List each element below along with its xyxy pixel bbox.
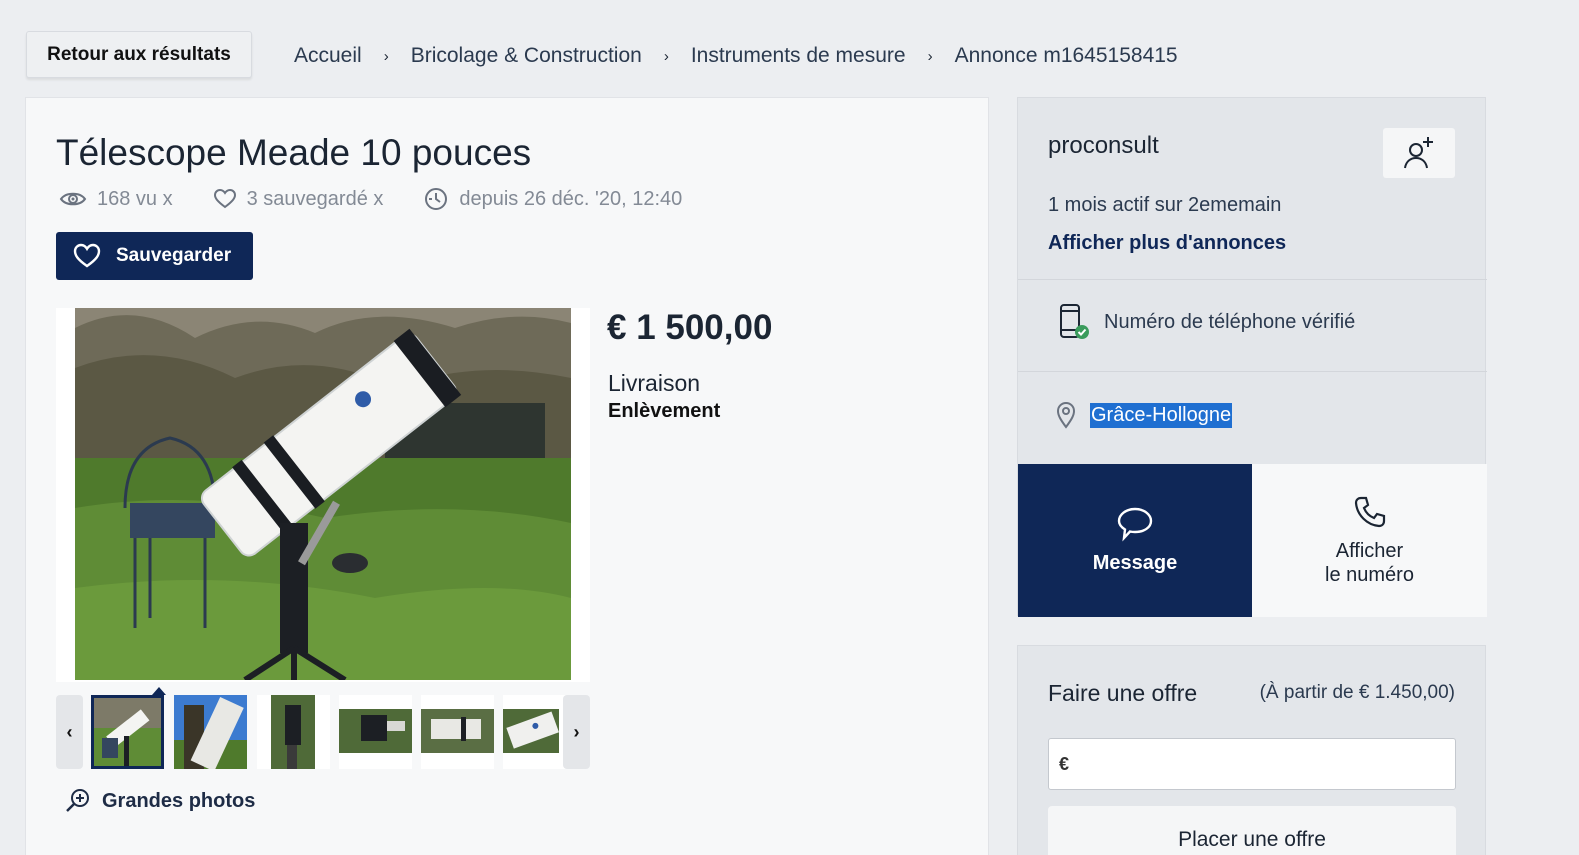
breadcrumb: Accueil › Bricolage & Construction › Ins… [294,42,1178,70]
views-stat: 168 vu x [59,188,173,211]
posted-date: depuis 26 déc. '20, 12:40 [459,187,683,210]
offer-title: Faire une offre [1048,680,1198,706]
eye-icon [59,192,87,206]
listing-price: € 1 500,00 [607,308,773,347]
breadcrumb-home[interactable]: Accueil [294,44,362,68]
divider [1018,371,1487,372]
offer-input-wrapper: € [1048,738,1456,790]
thumb-prev-button[interactable]: ‹ [56,695,83,769]
main-photo-container [56,308,590,682]
large-photos-link[interactable]: Grandes photos [64,787,255,815]
save-listing-button[interactable]: Sauvegarder [56,232,253,280]
thumbnail-2[interactable] [174,695,247,769]
since-stat: depuis 26 déc. '20, 12:40 [423,186,682,212]
chevron-right-icon: › [663,47,669,65]
back-to-results-button[interactable]: Retour aux résultats [26,31,252,78]
seller-card: proconsult 1 mois actif sur 2ememain Aff… [1017,97,1487,617]
save-label: Sauvegarder [116,245,232,266]
breadcrumb-listing-id: Annonce m1645158415 [954,44,1178,67]
large-photos-label: Grandes photos [102,789,256,812]
phone-icon [1354,496,1385,527]
heart-icon [73,243,101,268]
location-pin-icon [1056,401,1076,429]
location-row: Grâce-Hollogne [1056,401,1233,429]
thumbnail-5[interactable] [421,695,494,769]
seller-activity: 1 mois actif sur 2ememain [1048,194,1282,216]
place-offer-button[interactable]: Placer une offre [1048,806,1456,855]
main-photo[interactable] [75,308,571,680]
show-number-line1: Afficher [1335,539,1404,562]
thumbnail-4[interactable] [339,695,412,769]
message-button[interactable]: Message [1018,464,1252,617]
show-number-line2: le numéro [1325,563,1414,586]
offer-minimum: (À partir de € 1.450,00) [1259,682,1455,703]
delivery-label: Livraison [608,370,701,396]
location-text[interactable]: Grâce-Hollogne [1090,402,1233,428]
listing-title: Télescope Meade 10 pouces [56,132,532,173]
phone-verified-label: Numéro de téléphone vérifié [1104,310,1356,333]
clock-icon [425,188,448,210]
zoom-in-icon [66,789,89,812]
thumbnail-1[interactable] [91,695,164,769]
chevron-right-icon: › [383,47,389,65]
message-label: Message [1092,552,1178,574]
thumb-next-button[interactable]: › [563,695,590,769]
seller-name[interactable]: proconsult [1048,132,1159,160]
more-ads-link[interactable]: Afficher plus d'annonces [1048,232,1286,255]
breadcrumb-category[interactable]: Bricolage & Construction [411,44,642,68]
listing-card: Télescope Meade 10 pouces 168 vu x 3 sau… [25,97,989,855]
delivery-value: Enlèvement [608,400,721,422]
chevron-right-icon: › [927,47,933,65]
chat-bubble-icon [1117,507,1153,542]
offer-amount-input[interactable] [1075,741,1455,787]
active-thumb-indicator [152,687,166,695]
euro-icon: € [1059,753,1070,774]
views-count: 168 vu x [97,187,173,210]
phone-verified-row: Numéro de téléphone vérifié [1058,303,1355,341]
breadcrumb-subcategory[interactable]: Instruments de mesure [691,44,906,68]
follow-seller-button[interactable] [1383,128,1455,178]
saves-stat: 3 sauvegardé x [213,187,384,211]
heart-icon [213,188,236,209]
offer-card: Faire une offre (À partir de € 1.450,00)… [1017,645,1486,855]
listing-stats: 168 vu x 3 sauvegardé x depuis 26 déc. '… [59,186,722,212]
divider [1018,279,1487,280]
thumbnail-strip: ‹ › [56,687,590,771]
show-number-button[interactable]: Afficher le numéro [1252,464,1487,617]
verified-phone-icon [1060,304,1089,339]
thumbnail-3[interactable] [257,695,330,769]
saves-count: 3 sauvegardé x [246,187,384,210]
add-user-icon [1404,137,1433,169]
